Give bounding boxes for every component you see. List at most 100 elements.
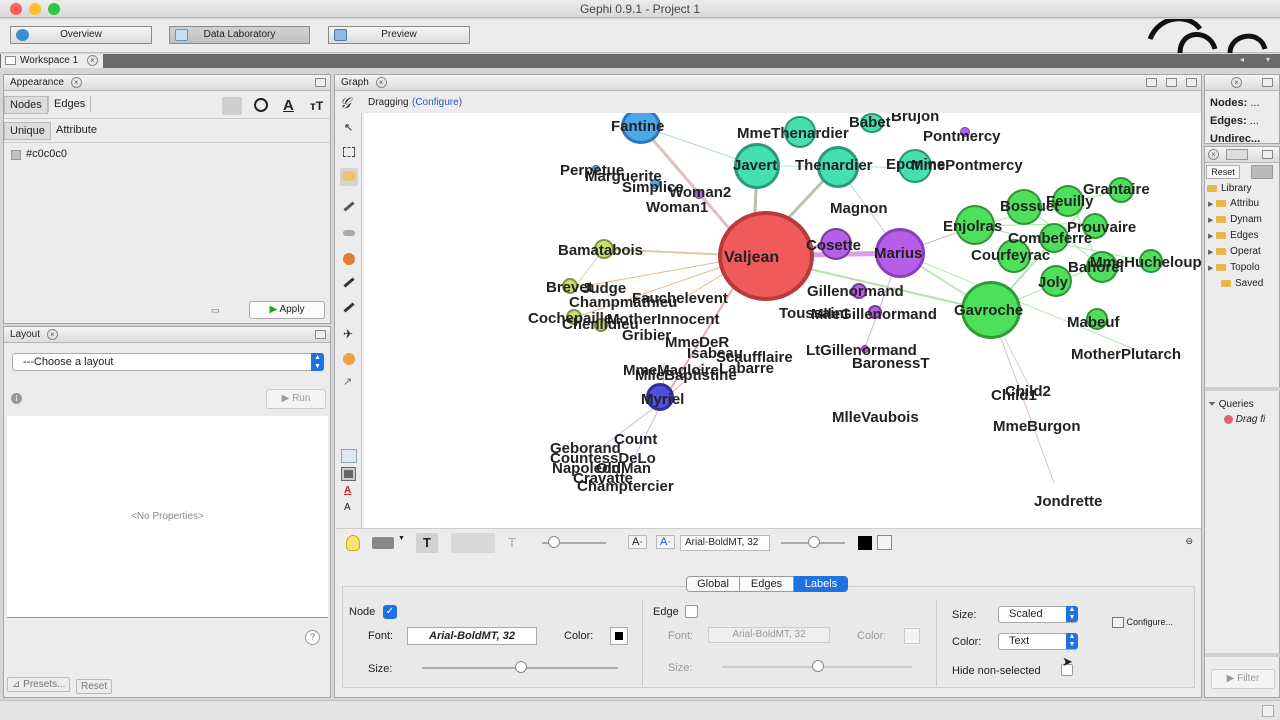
tab-unique[interactable]: Unique <box>4 122 51 140</box>
tab-labels[interactable]: Labels <box>794 576 848 592</box>
workspace-tab[interactable]: Workspace 1 × <box>1 54 103 68</box>
minimize-window-button[interactable] <box>29 3 41 15</box>
tree-item[interactable]: ▶ Topolo <box>1205 260 1280 276</box>
label-font-icon[interactable]: A· <box>628 535 647 549</box>
painter-icon[interactable] <box>343 230 355 236</box>
lightbulb-icon[interactable] <box>346 535 360 551</box>
tab-attribute[interactable]: Attribute <box>54 122 99 138</box>
edge-font-field[interactable]: Arial-BoldMT, 32 <box>708 627 830 643</box>
notification-icon[interactable] <box>1262 705 1274 717</box>
node-font-field[interactable]: Arial-BoldMT, 32 <box>407 627 537 645</box>
minimize-panel-icon[interactable] <box>1262 150 1273 159</box>
auto-apply-icon[interactable]: ▭ <box>211 305 220 316</box>
node-color-button[interactable] <box>610 627 628 645</box>
font-field[interactable]: Arial-BoldMT, 32 <box>680 535 770 551</box>
workspace-menu-icon[interactable]: ▾ <box>1266 55 1278 67</box>
info-icon[interactable]: i <box>11 393 22 404</box>
close-icon[interactable]: × <box>46 328 58 340</box>
label-color-icon[interactable]: A <box>344 485 351 496</box>
brush-icon[interactable] <box>343 201 355 212</box>
zoom-window-button[interactable] <box>48 3 60 15</box>
tab-edges[interactable]: Edges <box>740 576 794 592</box>
edge-labels-icon[interactable] <box>451 533 495 553</box>
size-icon[interactable] <box>254 98 268 112</box>
copy-icon[interactable] <box>877 535 892 550</box>
configure-button[interactable]: Configure... <box>1112 617 1173 629</box>
label-size-icon[interactable]: тT <box>310 99 323 113</box>
edge-pencil-icon[interactable] <box>343 302 355 313</box>
show-node-labels-icon[interactable]: T <box>416 533 438 553</box>
tab-nodes[interactable]: Nodes <box>4 96 48 114</box>
filters-tab[interactable] <box>1226 149 1248 160</box>
text-icon[interactable]: T <box>508 535 516 550</box>
scroll-left-icon[interactable] <box>1146 78 1157 87</box>
horizontal-scrollbar[interactable] <box>1205 387 1280 391</box>
size-mode-select[interactable]: Scaled ▲ ▼ <box>998 606 1078 623</box>
edge-labels-checkbox[interactable] <box>685 605 698 618</box>
close-icon[interactable]: × <box>1208 149 1219 160</box>
sizer-icon[interactable] <box>343 253 355 265</box>
tab-edges[interactable]: Edges <box>48 96 92 112</box>
slider-knob[interactable] <box>515 661 527 673</box>
color-swatch[interactable] <box>858 536 872 550</box>
background-color-icon[interactable] <box>341 467 356 481</box>
minimize-panel-icon[interactable] <box>315 78 326 87</box>
tree-item[interactable]: ▶ Operat <box>1205 244 1280 260</box>
close-icon[interactable]: × <box>70 76 82 88</box>
scroll-left-icon[interactable]: ◂ <box>1240 55 1252 67</box>
collapse-icon[interactable]: ⊖ <box>1185 536 1193 547</box>
slider-knob[interactable] <box>812 660 824 672</box>
panel-menu-icon[interactable] <box>1186 78 1197 87</box>
close-icon[interactable]: × <box>1231 77 1242 88</box>
filter-toggle-icon[interactable] <box>1251 165 1273 179</box>
color-swatch[interactable] <box>11 150 21 160</box>
rectangle-select-icon[interactable] <box>343 147 355 157</box>
overview-button[interactable]: Overview <box>10 26 152 44</box>
filter-reset-button[interactable]: Reset <box>1206 165 1240 179</box>
hand-drag-icon[interactable] <box>340 168 358 186</box>
minimize-panel-icon[interactable] <box>315 330 326 339</box>
pencil-icon[interactable] <box>343 277 355 288</box>
slider-knob[interactable] <box>548 536 560 548</box>
screenshot-icon[interactable] <box>372 537 394 549</box>
pointer-icon[interactable]: ↖ <box>344 121 353 134</box>
color-mode-select[interactable]: Text ▲ ▼ <box>998 633 1078 650</box>
slider-knob[interactable] <box>808 536 820 548</box>
play-icon: ▶ <box>281 393 290 404</box>
label-font-icon[interactable]: A <box>344 502 351 513</box>
run-button[interactable]: ▶ Run <box>266 389 326 409</box>
filter-button[interactable]: ▶ Filter <box>1211 669 1275 689</box>
close-icon[interactable]: × <box>86 54 98 66</box>
tree-item[interactable]: Saved <box>1205 276 1280 291</box>
label-color-icon[interactable]: A <box>283 97 294 114</box>
scroll-right-icon[interactable] <box>1166 78 1177 87</box>
minimize-panel-icon[interactable] <box>1262 78 1273 87</box>
preview-button[interactable]: Preview <box>328 26 470 44</box>
help-icon[interactable]: ? <box>305 630 320 645</box>
chevron-down-icon[interactable]: ▼ <box>398 535 405 542</box>
zoom-fit-icon[interactable] <box>341 449 357 463</box>
presets-button[interactable]: ⊿ Presets... <box>7 677 71 692</box>
reset-button[interactable]: Reset <box>76 679 113 694</box>
tree-item[interactable]: ▶ Dynam <box>1205 212 1280 228</box>
tree-item[interactable]: ▶ Edges <box>1205 228 1280 244</box>
edge-color-button[interactable] <box>904 628 920 644</box>
heat-map-icon[interactable] <box>343 353 355 365</box>
close-window-button[interactable] <box>10 3 22 15</box>
horizontal-scrollbar[interactable] <box>1205 653 1280 657</box>
queries-node[interactable]: ⏷ Queries <box>1208 397 1265 412</box>
tree-item[interactable]: ▶ Attribu <box>1205 196 1280 212</box>
graph-canvas[interactable]: Fantine MmeThenardier Babet Brujon Pontm… <box>364 113 1201 528</box>
data-laboratory-button[interactable]: Data Laboratory <box>169 26 310 44</box>
shortest-path-icon[interactable]: ✈ <box>343 327 353 341</box>
configure-link[interactable]: (Configure) <box>412 97 462 108</box>
close-icon[interactable]: × <box>375 76 387 88</box>
label-color-icon[interactable]: A· <box>656 535 675 549</box>
node-labels-checkbox[interactable]: ✓ <box>383 605 397 619</box>
edit-icon[interactable]: ↗ <box>343 375 352 388</box>
tab-global[interactable]: Global <box>686 576 740 592</box>
color-palette-icon[interactable] <box>222 97 242 115</box>
apply-button[interactable]: ▶ Apply <box>249 301 325 319</box>
layout-select[interactable]: ---Choose a layout ▲ ▼ <box>12 353 324 371</box>
library-node[interactable]: Library <box>1205 181 1280 196</box>
